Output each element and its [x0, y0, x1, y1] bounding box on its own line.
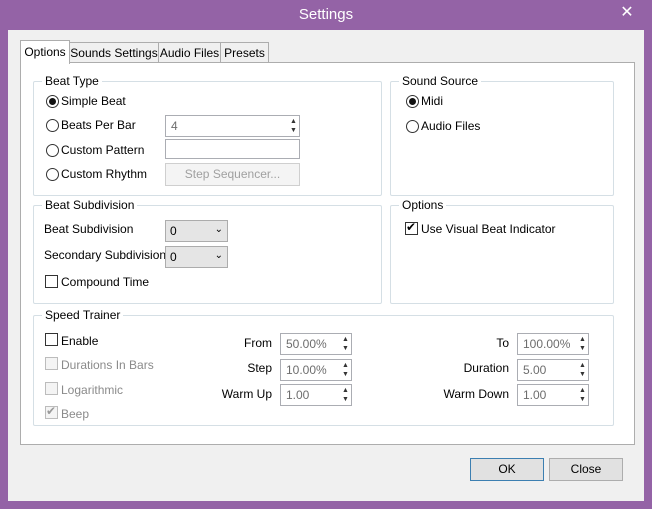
enable-checkbox[interactable] — [45, 333, 58, 346]
beats-per-bar-label: Beats Per Bar — [61, 118, 136, 132]
durations-in-bars-checkbox[interactable] — [45, 357, 58, 370]
from-spinner[interactable]: 50.00% ▲ ▼ — [280, 333, 352, 355]
tab-options[interactable]: Options — [20, 40, 70, 64]
beep-label: Beep — [61, 407, 90, 421]
custom-pattern-input[interactable] — [165, 139, 300, 159]
secondary-subdivision-value: 0 — [170, 250, 177, 264]
window-title: Settings — [298, 6, 354, 23]
speed-trainer-label: Speed Trainer — [42, 308, 124, 322]
spinner-arrows-icon[interactable]: ▲ ▼ — [341, 361, 350, 379]
compound-time-checkbox[interactable] — [45, 275, 58, 288]
spinner-arrows-icon[interactable]: ▲ ▼ — [341, 335, 350, 353]
close-icon[interactable]: ✕ — [616, 4, 638, 22]
durations-in-bars-label: Durations In Bars — [61, 358, 154, 372]
spinner-arrows-icon[interactable]: ▲ ▼ — [578, 361, 587, 379]
step-spinner[interactable]: 10.00% ▲ ▼ — [280, 359, 352, 381]
options-tab-panel: Beat Type Simple Beat Beats Per Bar 4 ▲ ▼… — [20, 62, 635, 445]
spinner-arrows-icon[interactable]: ▲ ▼ — [578, 386, 587, 404]
step-label: Step — [247, 361, 272, 375]
title-bar[interactable]: Settings ✕ — [0, 0, 652, 30]
beats-per-bar-radio[interactable] — [46, 119, 59, 132]
to-value: 100.00% — [523, 337, 571, 351]
sound-source-label: Sound Source — [399, 74, 482, 88]
dialog-client-area: Options Sounds Settings Audio Files Pres… — [8, 30, 644, 501]
beat-type-label: Beat Type — [42, 74, 102, 88]
compound-time-label: Compound Time — [61, 275, 150, 289]
sound-source-group: Sound Source Midi Audio Files — [390, 74, 614, 196]
spinner-arrows-icon[interactable]: ▲ ▼ — [341, 386, 350, 404]
spinner-arrows-icon[interactable]: ▲ ▼ — [578, 335, 587, 353]
beat-type-group: Beat Type Simple Beat Beats Per Bar 4 ▲ ▼… — [33, 74, 382, 196]
visual-beat-label: Use Visual Beat Indicator — [421, 222, 556, 236]
visual-beat-checkbox[interactable]: ✔ — [405, 220, 418, 235]
simple-beat-label: Simple Beat — [61, 94, 126, 108]
duration-spinner[interactable]: 5.00 ▲ ▼ — [517, 359, 589, 381]
close-button[interactable]: Close — [549, 458, 623, 481]
beat-subdivision-label: Beat Subdivision — [44, 222, 134, 236]
enable-label: Enable — [61, 334, 99, 348]
warm-up-label: Warm Up — [221, 387, 272, 401]
from-label: From — [244, 336, 272, 350]
from-value: 50.00% — [286, 337, 327, 351]
midi-label: Midi — [421, 94, 444, 108]
checkmark-icon: ✔ — [406, 220, 417, 234]
settings-window: Settings ✕ Options Sounds Settings Audio… — [0, 0, 652, 509]
tab-presets[interactable]: Presets — [220, 42, 269, 63]
chevron-down-icon: ⌄ — [214, 224, 223, 235]
warm-up-spinner[interactable]: 1.00 ▲ ▼ — [280, 384, 352, 406]
to-label: To — [496, 336, 509, 350]
beats-per-bar-spinner[interactable]: 4 ▲ ▼ — [165, 115, 300, 137]
warm-down-value: 1.00 — [523, 388, 547, 402]
audio-files-label: Audio Files — [421, 119, 481, 133]
step-sequencer-button[interactable]: Step Sequencer... — [165, 163, 300, 186]
logarithmic-checkbox[interactable] — [45, 382, 58, 395]
beat-subdivision-value: 0 — [170, 224, 177, 238]
chevron-down-icon: ⌄ — [214, 250, 223, 261]
custom-rhythm-radio[interactable] — [46, 168, 59, 181]
logarithmic-label: Logarithmic — [61, 383, 124, 397]
beat-subdivision-select[interactable]: 0 ⌄ — [165, 220, 228, 242]
audio-files-radio[interactable] — [406, 120, 419, 133]
custom-pattern-label: Custom Pattern — [61, 143, 145, 157]
beats-per-bar-value: 4 — [171, 119, 178, 133]
ok-button[interactable]: OK — [470, 458, 544, 481]
tab-audio-files[interactable]: Audio Files — [158, 42, 221, 63]
tab-sounds-settings[interactable]: Sounds Settings — [69, 42, 159, 63]
beat-subdivision-group-label: Beat Subdivision — [42, 198, 138, 212]
custom-pattern-radio[interactable] — [46, 144, 59, 157]
beep-checkbox[interactable]: ✔ — [45, 404, 58, 419]
warm-down-spinner[interactable]: 1.00 ▲ ▼ — [517, 384, 589, 406]
checkmark-icon: ✔ — [46, 404, 57, 418]
step-value: 10.00% — [286, 363, 327, 377]
spinner-arrows-icon[interactable]: ▲ ▼ — [289, 117, 298, 135]
options-group-label: Options — [399, 198, 447, 212]
to-spinner[interactable]: 100.00% ▲ ▼ — [517, 333, 589, 355]
secondary-subdivision-label: Secondary Subdivision — [44, 248, 167, 262]
warm-up-value: 1.00 — [286, 388, 310, 402]
secondary-subdivision-select[interactable]: 0 ⌄ — [165, 246, 228, 268]
warm-down-label: Warm Down — [443, 387, 509, 401]
speed-trainer-group: Speed Trainer Enable Durations In Bars L… — [33, 308, 614, 426]
options-group: Options ✔ Use Visual Beat Indicator — [390, 198, 614, 304]
duration-value: 5.00 — [523, 363, 547, 377]
duration-label: Duration — [463, 361, 509, 375]
midi-radio[interactable] — [406, 95, 419, 108]
simple-beat-radio[interactable] — [46, 95, 59, 108]
beat-subdivision-group: Beat Subdivision Beat Subdivision 0 ⌄ Se… — [33, 198, 382, 304]
custom-rhythm-label: Custom Rhythm — [61, 167, 148, 181]
